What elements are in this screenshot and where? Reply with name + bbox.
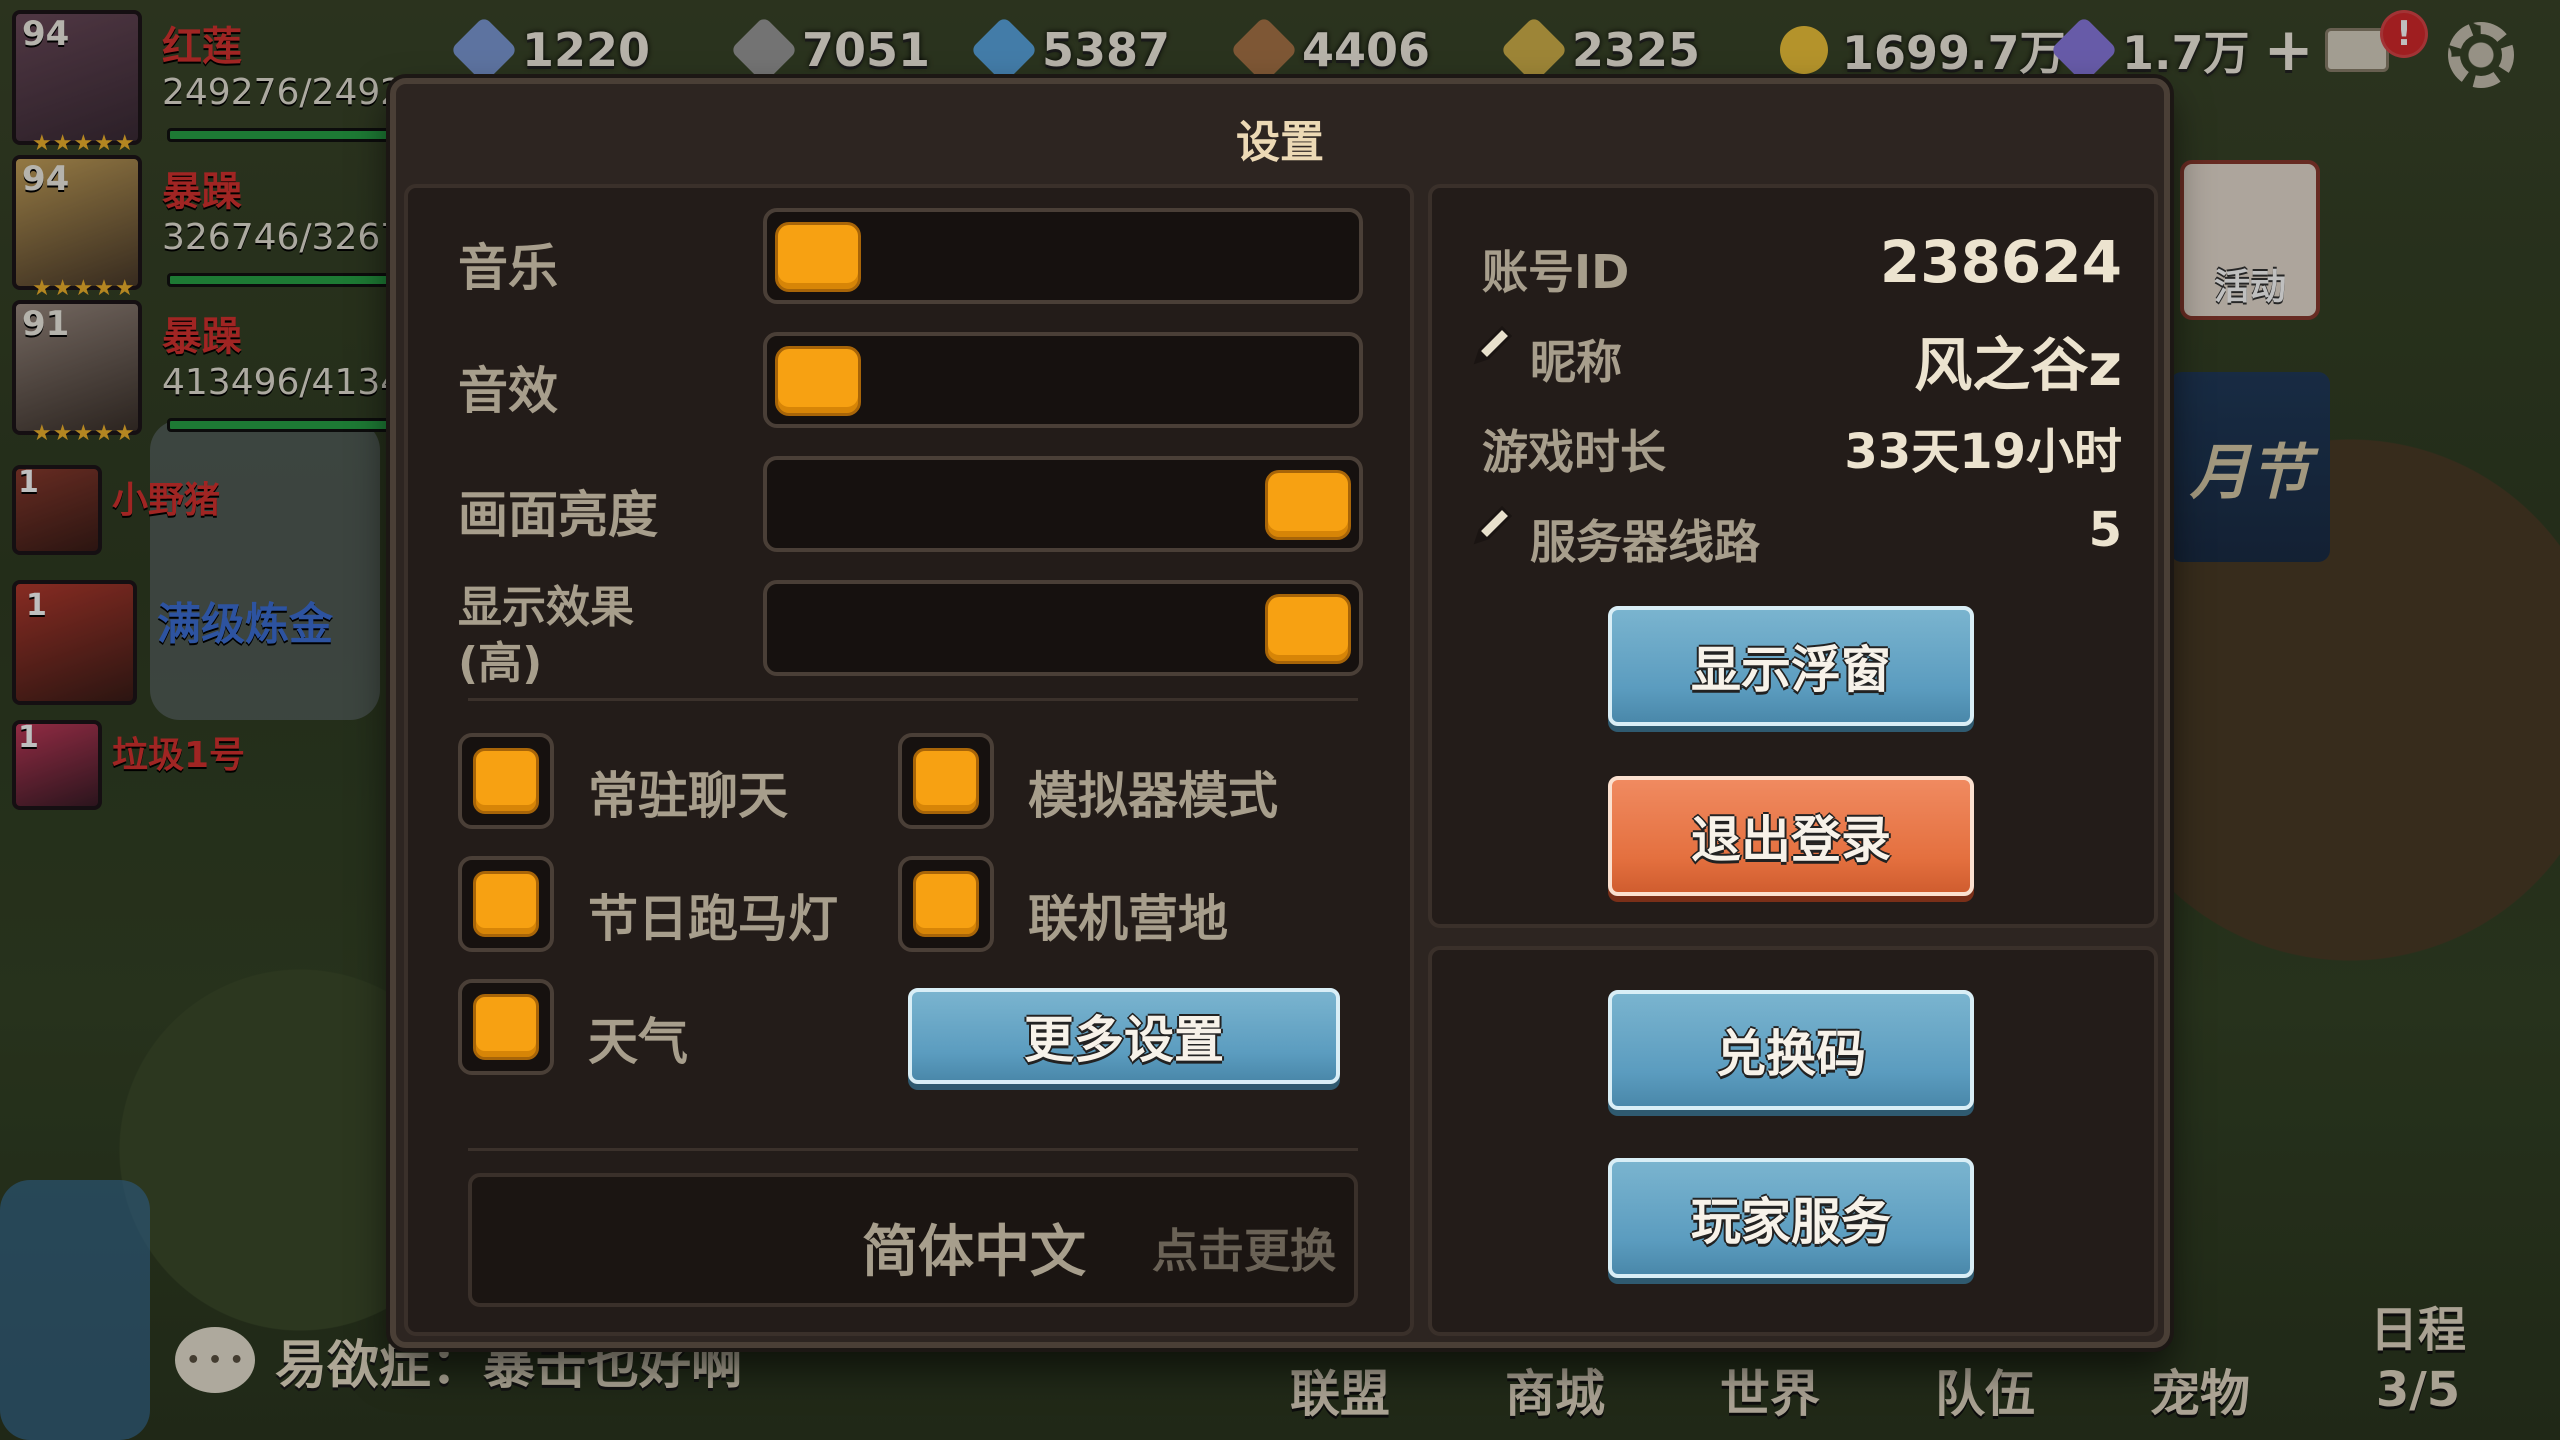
emulator-mode-checkbox[interactable]: [898, 733, 994, 829]
weather-checkbox[interactable]: [458, 979, 554, 1075]
logout-button[interactable]: 退出登录: [1608, 776, 1974, 896]
online-camp-checkbox[interactable]: [898, 856, 994, 952]
pencil-icon[interactable]: [1468, 320, 1518, 370]
settings-dialog: 设置 音乐 音效 画面亮度 显示效果 (高) 常驻聊天 模拟器模式 节日跑马灯 …: [390, 78, 2170, 1348]
section-divider: [468, 698, 1358, 701]
playtime-label: 游戏时长: [1482, 425, 1666, 479]
language-selector[interactable]: 简体中文 点击更换: [468, 1173, 1358, 1307]
nickname-value: 风之谷z: [1914, 331, 2122, 399]
sfx-slider[interactable]: [763, 332, 1363, 428]
current-language: 简体中文: [862, 1220, 1086, 1285]
persistent-chat-label: 常驻聊天: [588, 767, 788, 825]
dialog-title: 设置: [1236, 117, 1324, 168]
show-float-window-button[interactable]: 显示浮窗: [1608, 606, 1974, 726]
account-id-value: 238624: [1879, 228, 2122, 296]
brightness-label: 画面亮度: [458, 486, 658, 544]
festival-marquee-checkbox[interactable]: [458, 856, 554, 952]
music-label: 音乐: [458, 239, 558, 297]
playtime-value: 33天19小时: [1844, 424, 2122, 480]
pencil-icon[interactable]: [1468, 500, 1518, 550]
nickname-label: 昵称: [1530, 335, 1622, 389]
player-service-button[interactable]: 玩家服务: [1608, 1158, 1974, 1278]
more-settings-button[interactable]: 更多设置: [908, 988, 1340, 1084]
checkbox-fill: [473, 871, 539, 937]
section-divider: [468, 1148, 1358, 1151]
account-id-label: 账号ID: [1482, 245, 1630, 299]
checkbox-fill: [473, 994, 539, 1060]
online-camp-label: 联机营地: [1028, 890, 1228, 948]
music-slider[interactable]: [763, 208, 1363, 304]
server-line-value: 5: [2088, 502, 2122, 558]
checkbox-fill: [913, 871, 979, 937]
server-line-label: 服务器线路: [1530, 515, 1760, 569]
checkbox-fill: [473, 748, 539, 814]
display-effect-level: (高): [458, 638, 543, 689]
sfx-label: 音效: [458, 362, 558, 420]
settings-left-panel: 音乐 音效 画面亮度 显示效果 (高) 常驻聊天 模拟器模式 节日跑马灯 联机营…: [404, 184, 1414, 1336]
persistent-chat-checkbox[interactable]: [458, 733, 554, 829]
checkbox-fill: [913, 748, 979, 814]
change-language-link[interactable]: 点击更换: [1152, 1215, 1336, 1281]
weather-label: 天气: [588, 1013, 688, 1071]
service-panel: 兑换码 玩家服务: [1428, 946, 2158, 1336]
redeem-code-button[interactable]: 兑换码: [1608, 990, 1974, 1110]
slider-knob[interactable]: [775, 222, 861, 292]
display-effect-label: 显示效果: [458, 582, 634, 633]
festival-marquee-label: 节日跑马灯: [588, 890, 838, 948]
brightness-slider[interactable]: [763, 456, 1363, 552]
slider-knob[interactable]: [1265, 594, 1351, 664]
account-info-panel: 账号ID 238624 昵称 风之谷z 游戏时长 33天19小时 服务器线路 5…: [1428, 184, 2158, 928]
slider-knob[interactable]: [775, 346, 861, 416]
slider-knob[interactable]: [1265, 470, 1351, 540]
emulator-mode-label: 模拟器模式: [1028, 767, 1278, 825]
display-effect-slider[interactable]: [763, 580, 1363, 676]
